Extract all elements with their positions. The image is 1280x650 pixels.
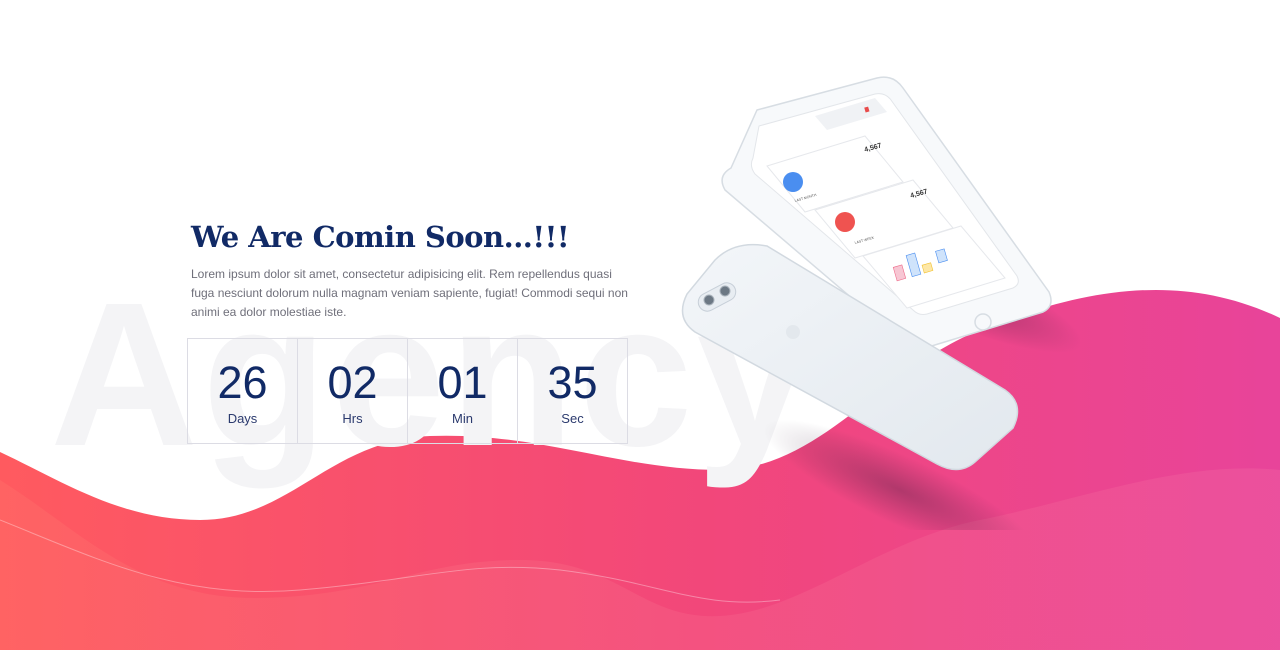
countdown-seconds-value: 35 — [547, 357, 598, 408]
countdown-timer: 26 Days 02 Hrs 01 Min 35 Sec — [187, 338, 628, 444]
countdown-hours-value: 02 — [327, 357, 378, 408]
countdown-seconds-label: Sec — [561, 411, 584, 426]
countdown-hours-label: Hrs — [342, 411, 363, 426]
countdown-seconds: 35 Sec — [517, 338, 628, 444]
countdown-days-label: Days — [227, 411, 258, 426]
coming-soon-page: Agency We Are Comin Soon...!!! Lorem ips… — [0, 0, 1280, 650]
page-title: We Are Comin Soon...!!! — [191, 220, 570, 254]
phone-mockups-illustration: 4,567 LAST MONTH 4,567 LAST WEEK — [681, 76, 1080, 530]
countdown-days: 26 Days — [187, 338, 298, 444]
countdown-minutes: 01 Min — [407, 338, 518, 444]
description-text: Lorem ipsum dolor sit amet, consectetur … — [191, 267, 628, 319]
countdown-minutes-value: 01 — [437, 357, 488, 408]
countdown-days-value: 26 — [217, 357, 268, 408]
countdown-minutes-label: Min — [452, 411, 473, 426]
countdown-hours: 02 Hrs — [297, 338, 408, 444]
